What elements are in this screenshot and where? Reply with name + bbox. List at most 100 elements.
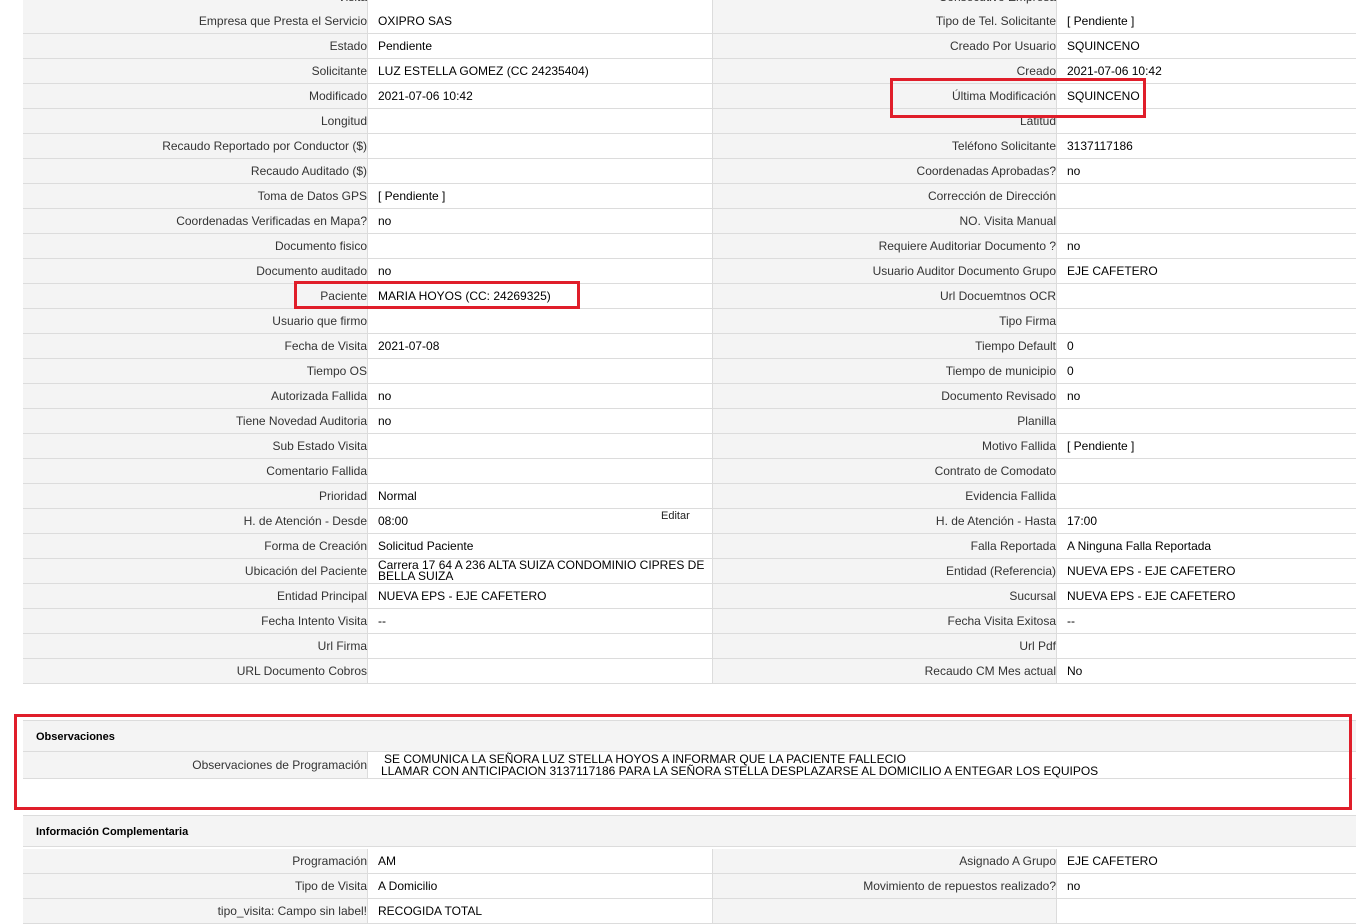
field-value: [1056, 633, 1356, 659]
field-label: Estado: [23, 33, 368, 59]
table-row: Coordenadas Verificadas en Mapa? no NO. V…: [23, 208, 1356, 234]
field-label: Entidad (Referencia): [712, 558, 1057, 584]
field-value: [1056, 208, 1356, 234]
field-label: Entidad Principal: [23, 583, 368, 609]
table-row: Toma de Datos GPS[ Pendiente ] Corrección…: [23, 183, 1356, 209]
table-row: Prioridad Normal Evidencia Fallida: [23, 483, 1356, 509]
field-label: Url Pdf: [712, 633, 1057, 659]
field-label: Documento auditado: [23, 258, 368, 284]
table-row: Modificado 2021-07-06 10:42 Última Modific…: [23, 83, 1356, 109]
field-value: SQUINCENO: [1056, 33, 1356, 59]
field-value: no: [1056, 873, 1356, 899]
field-value: 0: [1056, 358, 1356, 384]
field-label: H. de Atención - Hasta: [712, 508, 1057, 534]
field-label: Coordenadas Aprobadas?: [712, 158, 1057, 184]
field-label: Motivo Fallida: [712, 433, 1057, 459]
field-value: Pendiente: [367, 33, 713, 59]
field-label: Planilla: [712, 408, 1057, 434]
field-label: Paciente: [23, 283, 368, 309]
details-table: Empresa que Presta el Servicio OXIPRO SAS…: [23, 9, 1356, 684]
field-value: A Ninguna Falla Reportada: [1056, 533, 1356, 559]
field-value: [367, 233, 713, 259]
table-row: Empresa que Presta el Servicio OXIPRO SAS…: [23, 9, 1356, 34]
field-value: SQUINCENO: [1056, 83, 1356, 109]
page-margin: [0, 0, 23, 924]
field-label: Creado: [712, 58, 1057, 84]
field-value: No: [1056, 658, 1356, 684]
field-label: Documento fisico: [23, 233, 368, 259]
field-label: Recaudo Auditado ($): [23, 158, 368, 184]
field-label: Tiene Novedad Auditoria: [23, 408, 368, 434]
field-label: Sucursal: [712, 583, 1057, 609]
field-label: NO. Visita Manual: [712, 208, 1057, 234]
table-row: Forma de Creación Solicitud Paciente Falla…: [23, 533, 1356, 559]
field-value: [367, 433, 713, 459]
field-label: Documento Revisado: [712, 383, 1057, 409]
field-value: no: [367, 408, 713, 434]
table-row: tipo_visita: Campo sin label! RECOGIDA TO…: [23, 898, 1356, 924]
table-row: Longitud Latitud: [23, 108, 1356, 134]
field-label: Comentario Fallida: [23, 458, 368, 484]
field-value: [ Pendiente ]: [1056, 433, 1356, 459]
table-row: Fecha de Visita 2021-07-08 Tiempo Default…: [23, 333, 1356, 359]
table-row: Tiempo OS Tiempo de municipio 0: [23, 358, 1356, 384]
field-value: [367, 308, 713, 334]
table-row: Entidad Principal NUEVA EPS - EJE CAFETER…: [23, 583, 1356, 609]
field-value: no: [367, 383, 713, 409]
field-label: Solicitante: [23, 58, 368, 84]
field-value: [ Pendiente ]: [1056, 9, 1356, 34]
field-label: Corrección de Dirección: [712, 183, 1057, 209]
field-value: no: [1056, 233, 1356, 259]
field-value: EJE CAFETERO: [1056, 258, 1356, 284]
field-value: [367, 358, 713, 384]
field-label: Requiere Auditoriar Documento ?: [712, 233, 1057, 259]
field-label: Evidencia Fallida: [712, 483, 1057, 509]
field-value: Carrera 17 64 A 236 ALTA SUIZA CONDOMINI…: [367, 558, 713, 584]
info-complementaria-panel: Programación AM Asignado A Grupo EJE CAFETE…: [23, 849, 1356, 924]
field-label: Fecha Intento Visita: [23, 608, 368, 634]
field-value: [1056, 898, 1356, 924]
field-label: Tipo Firma: [712, 308, 1057, 334]
field-label: Forma de Creación: [23, 533, 368, 559]
table-row: Ubicación del Paciente Carrera 17 64 A 23…: [23, 558, 1356, 584]
field-label: Url Docuemtnos OCR: [712, 283, 1057, 309]
field-label: Asignado A Grupo: [712, 849, 1057, 874]
table-row: Usuario que firmo Tipo Firma: [23, 308, 1356, 334]
field-value: 17:00: [1056, 508, 1356, 534]
field-value: [1056, 483, 1356, 509]
field-value: no: [367, 208, 713, 234]
info-complementaria-header: Información Complementaria: [23, 815, 1356, 847]
info-table: Programación AM Asignado A Grupo EJE CAFETE…: [23, 849, 1356, 924]
field-label: Recaudo CM Mes actual: [712, 658, 1057, 684]
field-value: 0: [1056, 333, 1356, 359]
field-value: NUEVA EPS - EJE CAFETERO: [1056, 558, 1356, 584]
field-value: 2021-07-06 10:42: [367, 83, 713, 109]
field-label: Usuario que firmo: [23, 308, 368, 334]
table-row: Programación AM Asignado A Grupo EJE CAFETE…: [23, 849, 1356, 874]
field-value: MARIA HOYOS (CC: 24269325): [367, 283, 713, 309]
field-value: [1056, 108, 1356, 134]
field-value: 2021-07-08: [367, 333, 713, 359]
field-label: Fecha Visita Exitosa: [712, 608, 1057, 634]
table-row: Estado Pendiente Creado Por Usuario SQUINCE…: [23, 33, 1356, 59]
field-value: [367, 658, 713, 684]
field-value: [367, 108, 713, 134]
field-label: [712, 898, 1057, 924]
field-value: no: [1056, 158, 1356, 184]
field-label: H. de Atención - Desde: [23, 508, 368, 534]
details-panel: Empresa que Presta el Servicio OXIPRO SAS…: [23, 9, 1356, 684]
field-label: Creado Por Usuario: [712, 33, 1057, 59]
table-row: Tiene Novedad Auditoria no Planilla: [23, 408, 1356, 434]
edit-link[interactable]: Editar: [661, 510, 690, 522]
field-label: Toma de Datos GPS: [23, 183, 368, 209]
field-label: Coordenadas Verificadas en Mapa?: [23, 208, 368, 234]
field-label: Empresa que Presta el Servicio: [23, 9, 368, 34]
field-value: 2021-07-06 10:42: [1056, 58, 1356, 84]
field-label: Usuario Auditor Documento Grupo: [712, 258, 1057, 284]
table-row: Recaudo Auditado ($) Coordenadas Aprobada…: [23, 158, 1356, 184]
field-value: Normal: [367, 483, 713, 509]
field-label: Recaudo Reportado por Conductor ($): [23, 133, 368, 159]
field-label: Fecha de Visita: [23, 333, 368, 359]
observaciones-panel: Observaciones de Programación SE COMUNIC…: [23, 752, 1356, 779]
field-label: URL Documento Cobros: [23, 658, 368, 684]
